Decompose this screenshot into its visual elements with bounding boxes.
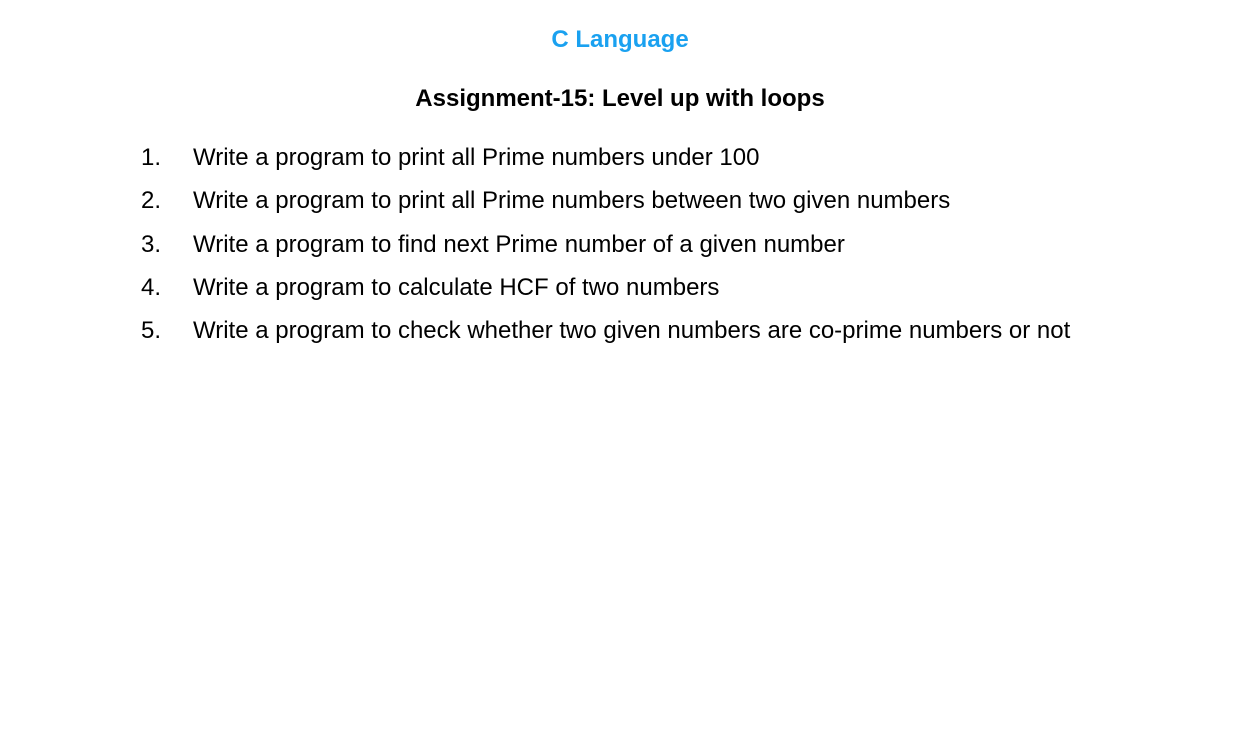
question-item: 1. Write a program to print all Prime nu… <box>141 143 1070 186</box>
question-item: 3. Write a program to find next Prime nu… <box>141 230 1070 273</box>
question-list: 1. Write a program to print all Prime nu… <box>141 143 1070 359</box>
question-item: 2. Write a program to print all Prime nu… <box>141 186 1070 229</box>
question-number: 3. <box>141 230 162 258</box>
question-number: 4. <box>141 273 162 301</box>
assignment-title: Assignment-15: Level up with loops <box>415 85 825 112</box>
question-text: Write a program to check whether two giv… <box>193 317 1071 345</box>
course-title: C Language <box>551 26 689 53</box>
question-text: Write a program to print all Prime numbe… <box>193 144 760 171</box>
question-number: 5. <box>141 317 162 345</box>
question-item: 4. Write a program to calculate HCF of t… <box>141 273 1070 316</box>
question-number: 1. <box>141 144 162 171</box>
question-text: Write a program to find next Prime numbe… <box>193 230 845 258</box>
question-number: 2. <box>141 187 162 215</box>
question-text: Write a program to calculate HCF of two … <box>193 273 720 301</box>
question-item: 5. Write a program to check whether two … <box>141 316 1070 359</box>
question-text: Write a program to print all Prime numbe… <box>193 187 951 215</box>
